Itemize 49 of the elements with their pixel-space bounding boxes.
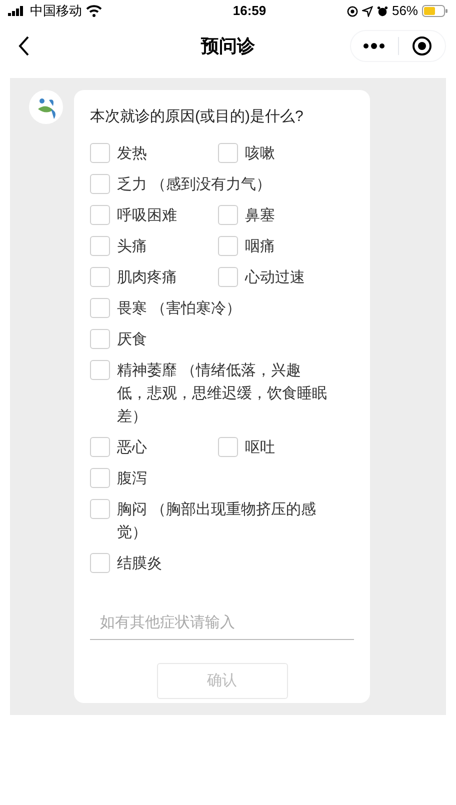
option-label: 畏寒 （害怕寒冷） (117, 299, 242, 319)
checkbox[interactable] (90, 174, 110, 194)
option-label: 鼻塞 (245, 206, 275, 226)
option-label: 咳嗽 (245, 144, 275, 164)
signal-icon (8, 6, 26, 16)
checkbox[interactable] (90, 267, 110, 287)
checkbox[interactable] (90, 205, 110, 225)
alarm-icon (376, 6, 388, 16)
option-label: 呼吸困难 (117, 206, 177, 226)
checkbox[interactable] (90, 553, 110, 573)
checkbox[interactable] (218, 267, 238, 287)
checkbox[interactable] (218, 437, 238, 457)
option-label: 乏力 （感到没有力气） (117, 175, 272, 195)
option-label: 厌食 (117, 330, 147, 350)
carrier-name: 中国移动 (30, 2, 82, 20)
option-label: 胸闷 （胸部出现重物挤压的感觉） (117, 500, 318, 543)
checkbox[interactable] (90, 298, 110, 318)
clock-time: 16:59 (232, 2, 266, 20)
checkbox[interactable] (90, 360, 110, 380)
checkbox[interactable] (218, 143, 238, 163)
battery-icon (422, 5, 448, 17)
option-label: 发热 (117, 144, 147, 164)
wifi-icon (86, 5, 102, 17)
location-icon (362, 6, 373, 16)
more-icon (363, 43, 386, 49)
page-title: 预问诊 (201, 34, 255, 58)
checkbox[interactable] (90, 499, 110, 519)
option-label: 精神萎靡 （情绪低落，兴趣低，悲观，思维迟缓，饮食睡眠差） (117, 361, 328, 427)
symptom-input[interactable]: 如有其他症状请输入 (90, 606, 354, 640)
checkbox[interactable] (90, 437, 110, 457)
option-label: 呕吐 (245, 438, 275, 458)
option-label: 头痛 (117, 237, 147, 257)
question-text: 本次就诊的原因(或目的)是什么? (90, 107, 304, 127)
logo-avatar-icon (29, 90, 63, 124)
option-label: 肌肉疼痛 (117, 268, 177, 288)
option-label: 咽痛 (245, 237, 275, 257)
checkbox[interactable] (90, 236, 110, 256)
option-label: 腹泻 (117, 469, 147, 489)
back-icon (18, 36, 30, 56)
checkbox[interactable] (218, 236, 238, 256)
target-icon (412, 36, 432, 56)
checkbox[interactable] (90, 329, 110, 349)
option-label: 心动过速 (245, 268, 305, 288)
checkbox[interactable] (218, 205, 238, 225)
checkbox[interactable] (90, 468, 110, 488)
option-label: 结膜炎 (117, 554, 162, 574)
option-label: 恶心 (117, 438, 147, 458)
checkbox[interactable] (90, 143, 110, 163)
battery-percent: 56% (392, 2, 418, 20)
